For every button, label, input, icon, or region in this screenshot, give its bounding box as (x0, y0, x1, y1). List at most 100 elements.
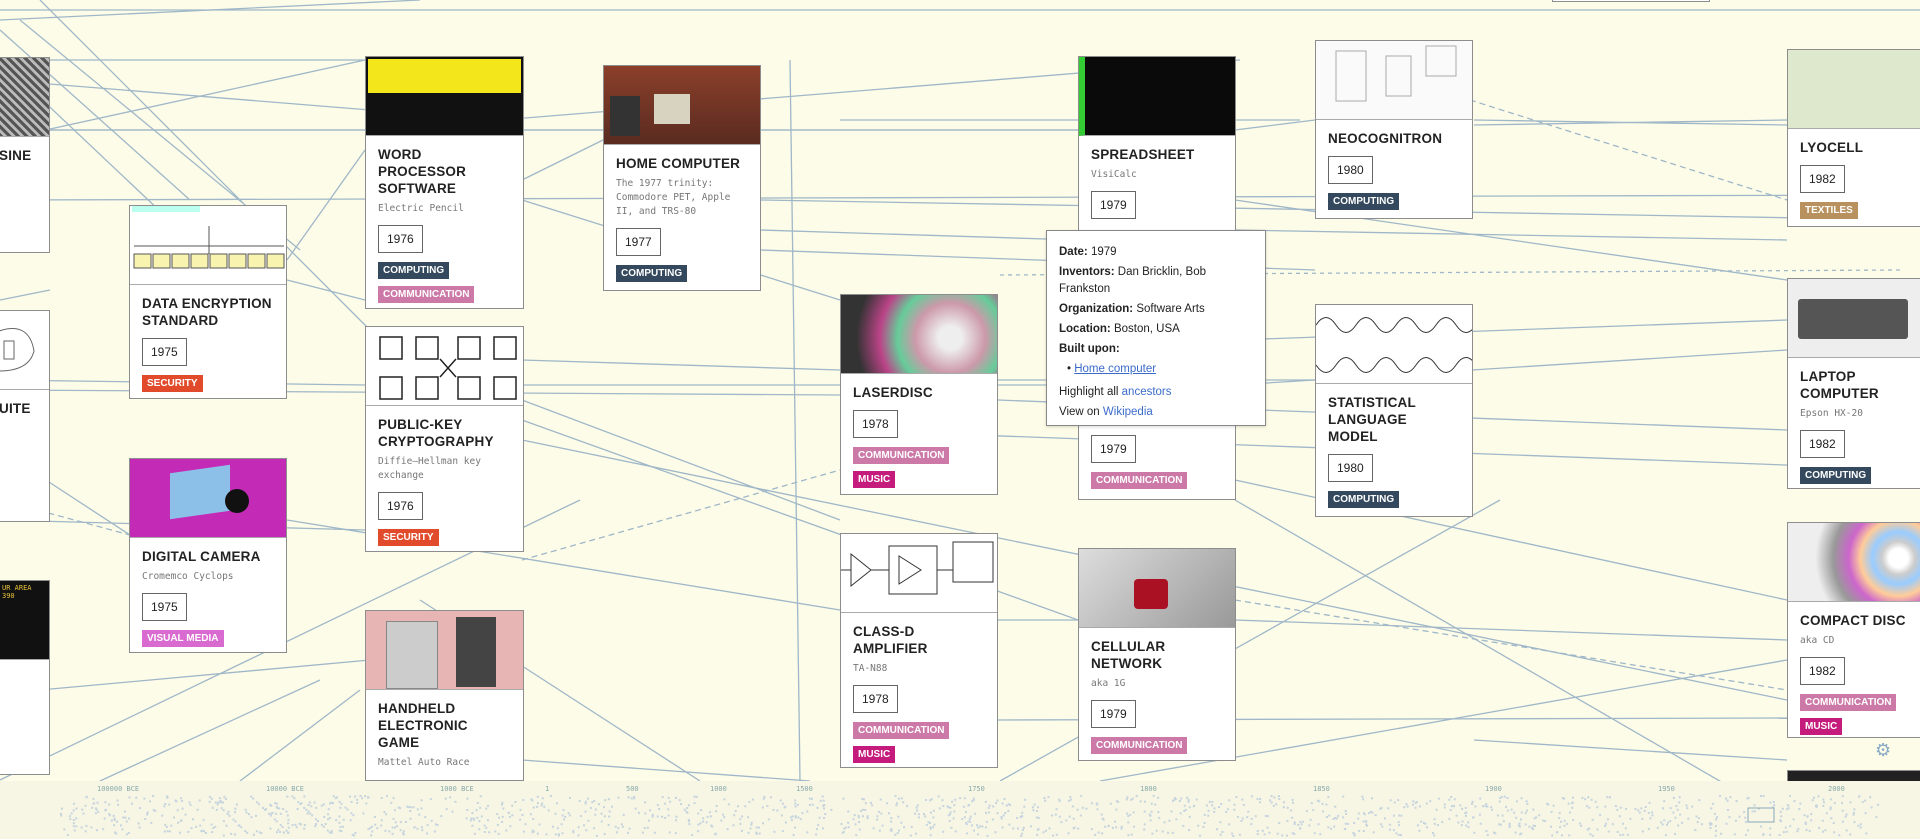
card-suite[interactable]: UITE (0, 310, 50, 522)
tag-computing[interactable]: COMPUTING (1328, 491, 1400, 508)
card-class-d-amplifier[interactable]: CLASS-D AMPLIFIER TA-N88 1978 COMMUNICAT… (840, 533, 998, 768)
tag-music[interactable]: MUSIC (1800, 718, 1843, 735)
card-image (1316, 305, 1472, 384)
card-title: PUBLIC-KEY CRYPTOGRAPHY (378, 417, 494, 449)
card-title: DIGITAL CAMERA (142, 549, 261, 564)
card-year: 1979 (1091, 435, 1136, 463)
card-handheld-electronic-game[interactable]: HANDHELD ELECTRONIC GAME Mattel Auto Rac… (365, 610, 524, 781)
tick-label: 1900 (1485, 785, 1502, 793)
tag-communication[interactable]: COMMUNICATION (853, 722, 950, 739)
tag-communication[interactable]: COMMUNICATION (1091, 472, 1188, 489)
gear-icon[interactable]: ⚙ (1875, 740, 1891, 761)
date-value: 1979 (1090, 246, 1117, 258)
card-year: 1980 (1328, 454, 1373, 482)
organization-value: Software Arts (1136, 303, 1205, 315)
card-title: NEOCOGNITRON (1328, 131, 1443, 146)
card-year: 1976 (378, 492, 423, 520)
tag-music[interactable]: MUSIC (853, 746, 896, 763)
card-statistical-language-model[interactable]: STATISTICAL LANGUAGE MODEL 1980 COMPUTIN… (1315, 304, 1473, 517)
tag-communication[interactable]: COMMUNICATION (1091, 737, 1188, 754)
tag-computing[interactable]: COMPUTING (1800, 467, 1872, 484)
timeline-minimap[interactable]: 100000 BCE 10000 BCE 1000 BCE 1 500 1000… (0, 781, 1920, 839)
tag-communication[interactable]: COMMUNICATION (378, 286, 475, 303)
tag-security[interactable]: SECURITY (142, 375, 203, 392)
card-sine[interactable]: SINE (0, 57, 50, 253)
card-title: CELLULAR NETWORK (1091, 639, 1166, 671)
tick-label: 10000 BCE (266, 785, 304, 793)
card-spreadsheet[interactable]: SPREADSHEET VisiCalc 1979 (1078, 56, 1236, 236)
card-image (1788, 279, 1920, 358)
card-year: 1976 (378, 225, 423, 253)
card-subtitle: Epson HX-20 (1800, 408, 1863, 419)
card-public-key-cryptography[interactable]: PUBLIC-KEY CRYPTOGRAPHY Diffie–Hellman k… (365, 326, 524, 552)
tag-security[interactable]: SECURITY (378, 529, 439, 546)
card-title: LYOCELL (1800, 140, 1864, 155)
card-image (841, 534, 997, 613)
card-cellular-network[interactable]: CELLULAR NETWORK aka 1G 1979 COMMUNICATI… (1078, 548, 1236, 761)
tick-label: 100000 BCE (97, 785, 140, 793)
built-upon-label: Built upon: (1059, 343, 1120, 355)
built-upon-link[interactable]: Home computer (1074, 363, 1156, 375)
card-word-processor[interactable]: WORD PROCESSOR SOFTWARE Electric Pencil … (365, 56, 524, 309)
card-laptop-computer[interactable]: LAPTOP COMPUTER Epson HX-20 1982 COMPUTI… (1787, 278, 1920, 489)
tag-communication[interactable]: COMMUNICATION (1800, 694, 1897, 711)
card-title: UITE (0, 401, 31, 416)
card-subtitle: VisiCalc (1091, 169, 1137, 180)
card-title: DATA ENCRYPTION STANDARD (142, 296, 272, 328)
card-hidden-1979[interactable]: 1979 COMMUNICATION (1078, 420, 1236, 500)
card-image (130, 459, 286, 538)
card-title: COMPACT DISC (1800, 613, 1906, 628)
tag-music[interactable]: MUSIC (853, 471, 896, 488)
card-compact-disc[interactable]: COMPACT DISC aka CD 1982 COMMUNICATION M… (1787, 522, 1920, 738)
wikipedia-link[interactable]: Wikipedia (1103, 406, 1153, 418)
tick-label: 2000 (1828, 785, 1845, 793)
card-image (366, 611, 523, 690)
date-label: Date: (1059, 246, 1088, 258)
card-year: 1978 (853, 410, 898, 438)
card-title: WORD PROCESSOR SOFTWARE (378, 147, 467, 196)
card-partial-top[interactable] (1552, 0, 1710, 2)
tag-textiles[interactable]: TEXTILES (1800, 202, 1858, 219)
card-partial-screen[interactable]: UR AREA 390 (0, 580, 50, 775)
tick-label: 1750 (968, 785, 985, 793)
tag-computing[interactable]: COMPUTING (378, 262, 450, 279)
card-title: CLASS-D AMPLIFIER (853, 624, 928, 656)
card-subtitle: The 1977 trinity: Commodore PET, Apple I… (616, 178, 731, 217)
card-image (1316, 41, 1472, 120)
card-year: 1979 (1091, 700, 1136, 728)
card-image (0, 58, 49, 137)
tick-label: 1 (545, 785, 550, 793)
card-subtitle: Electric Pencil (378, 203, 464, 214)
location-value: Boston, USA (1113, 323, 1180, 335)
card-subtitle: TA-N88 (853, 663, 888, 674)
card-subtitle: aka CD (1800, 635, 1835, 646)
tag-communication[interactable]: COMMUNICATION (853, 447, 950, 464)
card-lyocell[interactable]: LYOCELL 1982 TEXTILES (1787, 49, 1920, 227)
card-title: SPREADSHEET (1091, 147, 1195, 162)
tick-label: 1850 (1313, 785, 1330, 793)
card-title: LASERDISC (853, 385, 933, 400)
card-year: 1978 (853, 685, 898, 713)
card-neocognitron[interactable]: NEOCOGNITRON 1980 COMPUTING (1315, 40, 1473, 219)
card-image (604, 66, 760, 145)
details-popup[interactable]: Date: 1979 Inventors: Dan Bricklin, Bob … (1046, 230, 1266, 426)
card-image (1079, 549, 1235, 628)
ancestors-link[interactable]: ancestors (1122, 386, 1172, 398)
tick-label: 1500 (796, 785, 813, 793)
card-title: STATISTICAL LANGUAGE MODEL (1328, 395, 1416, 444)
tech-tree-canvas[interactable]: SINE UITE UR AREA 390 WORD PROCESSOR SOF… (0, 0, 1920, 839)
minimap-viewport[interactable] (1747, 807, 1775, 823)
card-home-computer[interactable]: HOME COMPUTER The 1977 trinity: Commodor… (603, 65, 761, 291)
card-laserdisc[interactable]: LASERDISC 1978 COMMUNICATION MUSIC (840, 294, 998, 495)
card-subtitle: Cromemco Cyclops (142, 571, 234, 582)
card-subtitle: Mattel Auto Race (378, 757, 470, 768)
location-label: Location: (1059, 323, 1111, 335)
card-data-encryption-standard[interactable]: DATA ENCRYPTION STANDARD 1975 SECURITY (129, 205, 287, 399)
tick-label: 1000 BCE (440, 785, 474, 793)
highlight-text: Highlight all (1059, 386, 1119, 398)
tag-visual-media[interactable]: VISUAL MEDIA (142, 630, 224, 647)
card-digital-camera[interactable]: DIGITAL CAMERA Cromemco Cyclops 1975 VIS… (129, 458, 287, 653)
card-image (1788, 50, 1920, 129)
tag-computing[interactable]: COMPUTING (616, 265, 688, 282)
tag-computing[interactable]: COMPUTING (1328, 193, 1400, 210)
